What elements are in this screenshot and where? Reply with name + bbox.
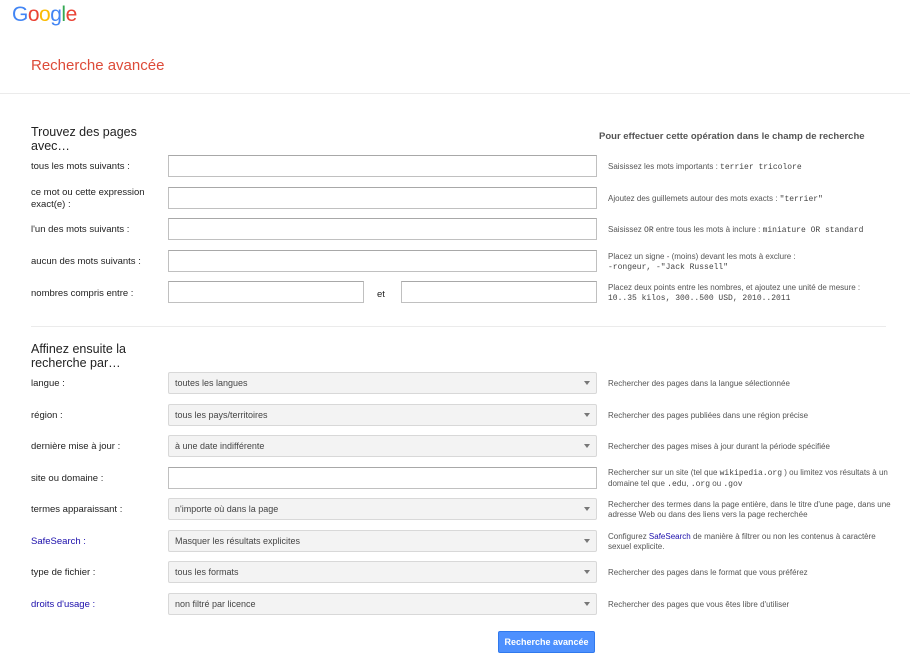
chevron-down-icon [584,413,590,417]
chevron-down-icon [584,602,590,606]
numbers-to-input[interactable] [401,281,597,303]
google-logo[interactable]: Google [12,3,77,27]
section-divider [31,326,886,327]
hint-example: .org [690,480,711,489]
hint-example: -rongeur, -"Jack Russell" [608,263,729,272]
numbers-range-label: nombres compris entre : [31,288,134,299]
site-hint: Rechercher sur un site (tel que wikipedi… [608,468,898,490]
all-words-label: tous les mots suivants : [31,161,130,172]
logo-letter: o [27,3,40,26]
hint-text: ou [710,479,724,488]
hint-text: Saisissez [608,225,645,234]
hint-text: Ajoutez des guillemets autour des mots e… [608,194,780,203]
chevron-down-icon [584,539,590,543]
last-update-hint: Rechercher des pages mises à jour durant… [608,442,830,451]
usage-rights-link[interactable]: droits d'usage : [31,599,163,611]
any-words-input[interactable] [168,218,597,240]
logo-letter: G [12,3,28,26]
region-label: région : [31,410,63,421]
file-type-select[interactable]: tous les formats [168,561,597,583]
language-label: langue : [31,378,65,389]
any-words-hint: Saisissez OR entre tous les mots à inclu… [608,225,898,236]
safesearch-hint-link[interactable]: SafeSearch [649,532,691,541]
find-pages-heading: Trouvez des pages avec… [31,125,137,153]
numbers-and-label: et [377,289,385,300]
chevron-down-icon [584,507,590,511]
safesearch-select[interactable]: Masquer les résultats explicites [168,530,597,552]
terms-appearing-label: termes apparaissant : [31,504,123,515]
numbers-range-hint: Placez deux points entre les nombres, et… [608,283,898,304]
hint-text: entre tous les mots à inclure : [653,225,763,234]
file-type-selected-value: tous les formats [175,567,239,577]
site-input[interactable] [168,467,597,489]
hint-example: miniature OR standard [762,226,864,235]
safesearch-hint: Configurez SafeSearch de manière à filtr… [608,532,898,552]
safesearch-selected-value: Masquer les résultats explicites [175,536,301,546]
numbers-from-input[interactable] [168,281,364,303]
hint-text: Rechercher sur un site (tel que [608,468,720,477]
hint-or-keyword: OR [644,226,654,235]
file-type-hint: Rechercher des pages dans le format que … [608,568,808,577]
hint-text: Configurez [608,532,649,541]
terms-appearing-hint: Rechercher des termes dans la page entiè… [608,500,891,519]
hint-example: .gov [723,480,743,489]
region-hint: Rechercher des pages publiées dans une r… [608,411,809,420]
usage-rights-selected-value: non filtré par licence [175,599,256,609]
language-hint: Rechercher des pages dans la langue séle… [608,379,790,388]
language-select[interactable]: toutes les langues [168,372,597,394]
page-title: Recherche avancée [31,57,165,74]
any-words-label: l'un des mots suivants : [31,224,130,235]
last-update-select[interactable]: à une date indifférente [168,435,597,457]
chevron-down-icon [584,570,590,574]
hint-text: Saisissez les mots importants : [608,162,721,171]
none-words-label: aucun des mots suivants : [31,256,141,267]
last-update-selected-value: à une date indifférente [175,441,265,451]
logo-letter: o [39,3,51,26]
none-words-hint: Placez un signe - (moins) devant les mot… [608,252,898,273]
none-words-input[interactable] [168,250,597,272]
exact-phrase-hint: Ajoutez des guillemets autour des mots e… [608,194,898,205]
narrow-results-heading: Affinez ensuite la recherche par… [31,342,126,370]
hint-text: Placez un signe - (moins) devant les mot… [608,252,796,261]
hint-example: .edu [667,480,687,489]
last-update-label: dernière mise à jour : [31,441,121,452]
terms-appearing-selected-value: n'importe où dans la page [175,504,279,514]
chevron-down-icon [584,444,590,448]
chevron-down-icon [584,381,590,385]
usage-rights-select[interactable]: non filtré par licence [168,593,597,615]
hint-example: terrier tricolore [720,163,802,172]
header-divider [0,93,910,94]
logo-letter: g [50,3,62,26]
logo-letter: e [65,3,78,26]
hint-column-heading: Pour effectuer cette opération dans le c… [599,131,865,142]
exact-phrase-label: ce mot ou cette expression exact(e) : [31,187,145,210]
all-words-hint: Saisissez les mots importants : terrier … [608,162,898,173]
hint-example: 10..35 kilos, 300..500 USD, 2010..2011 [608,294,791,303]
region-selected-value: tous les pays/territoires [175,410,268,420]
site-label: site ou domaine : [31,473,104,484]
exact-phrase-input[interactable] [168,187,597,209]
hint-text: Placez deux points entre les nombres, et… [608,283,861,292]
hint-example: wikipedia.org [719,469,783,478]
region-select[interactable]: tous les pays/territoires [168,404,597,426]
usage-rights-hint: Rechercher des pages que vous êtes libre… [608,600,790,609]
language-selected-value: toutes les langues [175,378,248,388]
all-words-input[interactable] [168,155,597,177]
file-type-label: type de fichier : [31,567,96,578]
safesearch-link[interactable]: SafeSearch : [31,536,163,548]
terms-appearing-select[interactable]: n'importe où dans la page [168,498,597,520]
advanced-search-button[interactable]: Recherche avancée [498,631,595,653]
hint-example: "terrier" [779,195,823,204]
